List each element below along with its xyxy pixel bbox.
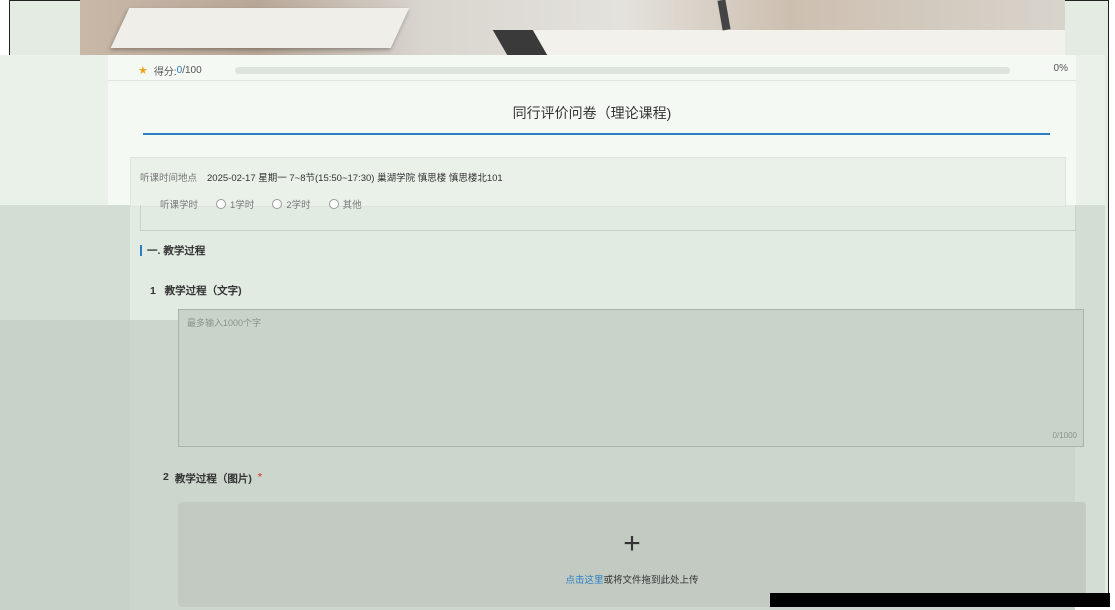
score-progress-bar: [235, 67, 1010, 74]
required-mark: *: [257, 471, 262, 483]
question-2-title: 2 教学过程（图片) *: [163, 471, 262, 486]
question-title: 教学过程（文字): [164, 285, 242, 297]
score-bar: ★ 得分: 0 /100 0%: [138, 62, 1068, 78]
question-number: 2: [163, 471, 169, 483]
page-title: 同行评价问卷（理论课程): [512, 105, 672, 121]
star-icon: ★: [138, 64, 148, 77]
left-margin: [0, 320, 130, 610]
left-margin: [0, 205, 130, 320]
upload-hint-text: 或将文件拖到此处上传: [603, 575, 699, 586]
right-margin: [1075, 55, 1105, 205]
plus-icon[interactable]: +: [178, 527, 1086, 561]
question-number: 1: [150, 285, 156, 297]
upload-link[interactable]: 点击这里: [565, 575, 603, 586]
title-underline: [143, 133, 1050, 135]
info-box-lower: [140, 205, 1076, 231]
time-place-value: 2025-02-17 星期一 7~8节(15:50~17:30) 巢湖学院 慎思…: [207, 173, 503, 184]
time-place-row: 听课时间地点 2025-02-17 星期一 7~8节(15:50~17:30) …: [140, 170, 503, 184]
time-place-label: 听课时间地点: [140, 173, 198, 184]
score-max: /100: [182, 64, 202, 76]
char-counter: 0/1000: [1052, 431, 1077, 440]
section-accent-bar: [140, 245, 142, 256]
question-title: 教学过程（图片): [174, 473, 252, 485]
section-heading: 一. 教学过程: [140, 243, 205, 258]
score-percent: 0%: [1053, 63, 1068, 74]
score-label: 得分:: [153, 66, 177, 78]
image-upload-dropzone[interactable]: + 点击这里或将文件拖到此处上传: [178, 502, 1086, 607]
upload-hint: 点击这里或将文件拖到此处上传: [178, 572, 1086, 586]
question-1-title: 1 教学过程（文字): [150, 283, 242, 298]
screen-artifact: [770, 593, 1110, 607]
textarea-placeholder: 最多输入1000个字: [187, 318, 262, 328]
teaching-process-text-input[interactable]: 最多输入1000个字 0/1000: [178, 309, 1084, 447]
section-heading-text: 一. 教学过程: [147, 245, 206, 257]
divider: [108, 80, 1076, 81]
header-banner-image: [80, 0, 1065, 55]
left-margin: [0, 55, 108, 205]
